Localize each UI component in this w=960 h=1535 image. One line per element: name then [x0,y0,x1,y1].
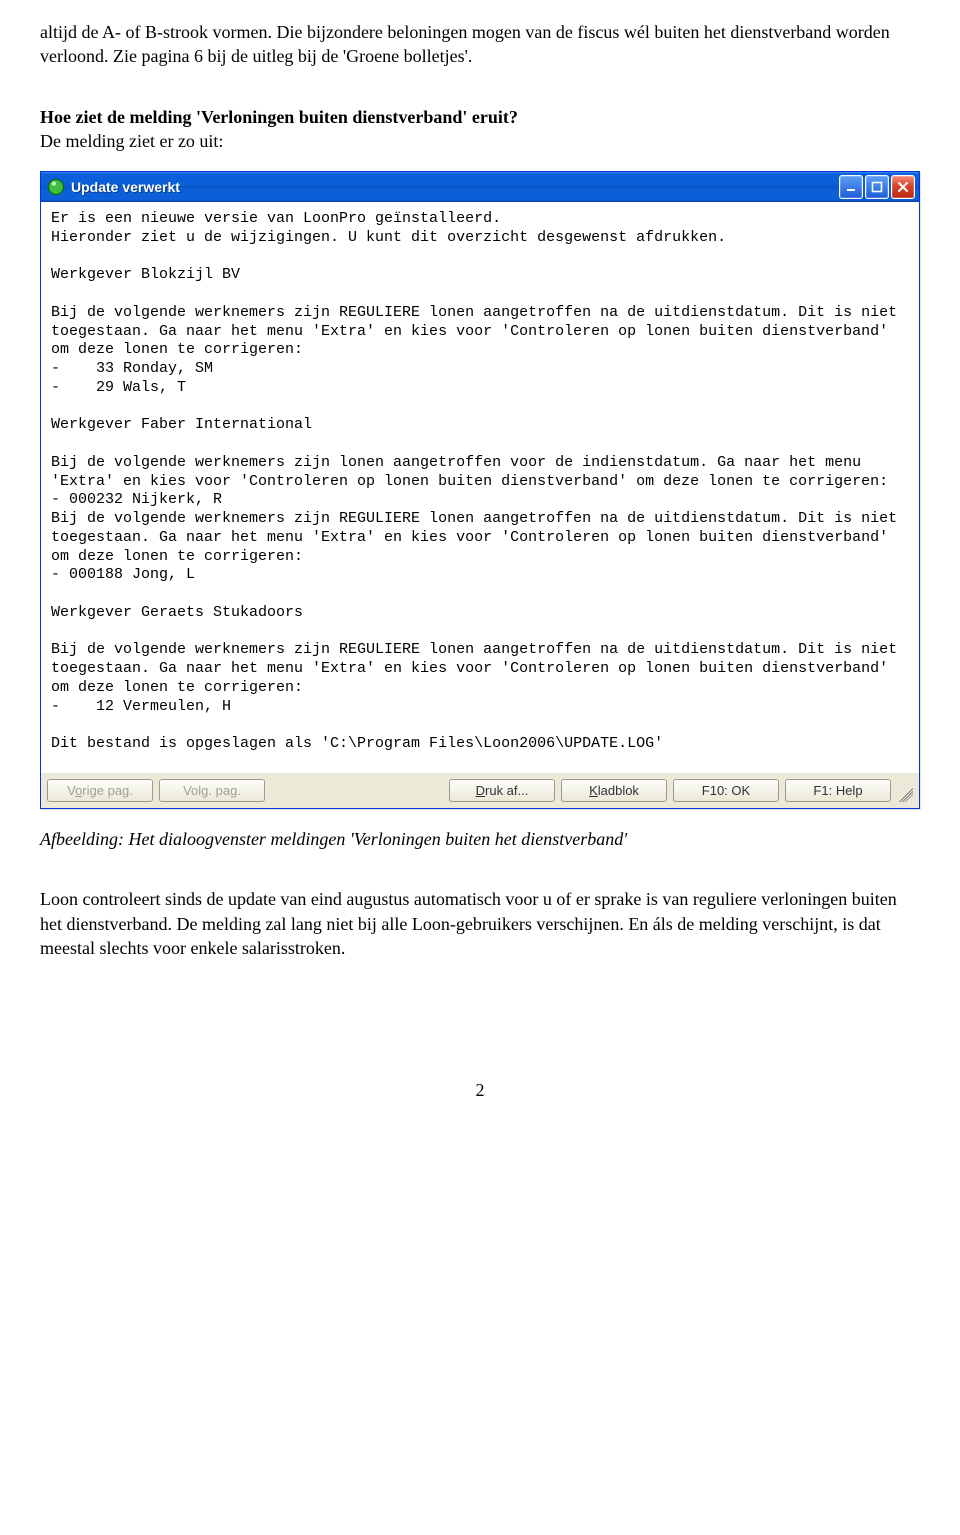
prev-page-button[interactable]: Vorige pag. [47,779,153,802]
minimize-button[interactable] [839,175,863,199]
page-number: 2 [40,1080,920,1101]
maximize-button[interactable] [865,175,889,199]
intro-paragraph: altijd de A- of B-strook vormen. Die bij… [40,20,920,69]
dialog-body-text: Er is een nieuwe versie van LoonPro geïn… [41,202,919,772]
dialog-title: Update verwerkt [71,179,839,195]
button-label: Volg. pag. [183,783,241,798]
button-label: Druk af... [476,783,529,798]
ok-button[interactable]: F10: OK [673,779,779,802]
dialog-titlebar[interactable]: Update verwerkt [41,172,919,202]
resize-grip-icon[interactable] [899,788,913,802]
next-page-button[interactable]: Volg. pag. [159,779,265,802]
figure-caption: Afbeelding: Het dialoogvenster meldingen… [40,827,920,851]
question-block: Hoe ziet de melding 'Verloningen buiten … [40,105,920,154]
notepad-button[interactable]: Kladblok [561,779,667,802]
close-button[interactable] [891,175,915,199]
dialog-button-bar: Vorige pag. Volg. pag. Druk af... Kladbl… [41,772,919,808]
outro-paragraph: Loon controleert sinds de update van ein… [40,887,920,960]
question-bold: Hoe ziet de melding 'Verloningen buiten … [40,107,518,127]
app-icon [47,178,65,196]
help-button[interactable]: F1: Help [785,779,891,802]
answer-leadin: De melding ziet er zo uit: [40,131,223,151]
button-label: Vorige pag. [67,783,133,798]
button-label: Kladblok [589,783,639,798]
print-button[interactable]: Druk af... [449,779,555,802]
dialog-window: Update verwerkt Er is een nieuwe versie … [40,171,920,809]
